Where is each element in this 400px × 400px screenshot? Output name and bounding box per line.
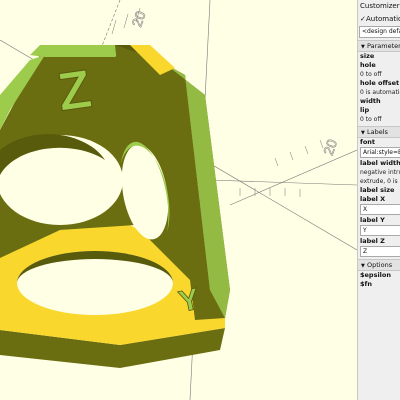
param-font-input[interactable]: Arial:style=Bo xyxy=(360,147,400,158)
param-label-width-desc-2: extrude, 0 is n xyxy=(360,178,400,185)
y-axis-neg xyxy=(209,179,357,186)
viewport-canvas[interactable]: 20 20 Z Y xyxy=(0,0,357,400)
param-hole-offset-label: hole offset xyxy=(360,79,400,87)
param-width-label: width xyxy=(360,97,381,105)
param-label-z-label: label Z xyxy=(360,237,385,245)
param-lip-desc: 0 to off xyxy=(360,116,382,123)
param-fn-label: $fn xyxy=(360,280,372,288)
x-axis-neg xyxy=(229,149,357,206)
param-font-label: font xyxy=(360,138,376,146)
param-lip-label: lip xyxy=(360,106,370,114)
param-hole-label: hole xyxy=(360,61,376,69)
param-label-z-input[interactable]: Z xyxy=(360,246,400,257)
section-parameters[interactable]: ▼Parameters xyxy=(358,40,400,52)
3d-viewport[interactable]: 20 20 Z Y xyxy=(0,0,357,400)
face-top-left xyxy=(30,45,130,57)
param-epsilon-label: $epsilon xyxy=(360,271,392,279)
param-hole-desc: 0 to off xyxy=(360,71,382,78)
param-label-x-input[interactable]: X xyxy=(360,204,400,215)
param-label-x-label: label X xyxy=(360,195,386,203)
preset-select[interactable]: <design default xyxy=(359,26,400,38)
axis-label-top: 20 xyxy=(128,9,148,29)
param-label-width-label: label width xyxy=(360,159,400,167)
section-options[interactable]: ▼ Options xyxy=(358,259,400,271)
axis-label-right: 20 xyxy=(320,137,340,157)
param-label-size-label: label size xyxy=(360,186,395,194)
section-title: Parameters xyxy=(367,42,400,50)
customizer-panel: Customizer ✓Automatic P <design default … xyxy=(357,0,400,400)
section-title: Labels xyxy=(367,128,388,136)
section-title: Options xyxy=(367,261,393,269)
param-size-label: size xyxy=(360,52,375,60)
param-label-y-label: label Y xyxy=(360,216,385,224)
param-label-width-desc: negative intrud xyxy=(360,169,400,176)
auto-preview-checkbox[interactable]: ✓Automatic P xyxy=(358,13,400,25)
section-labels[interactable]: ▼ Labels xyxy=(358,126,400,138)
auto-preview-label: Automatic P xyxy=(366,15,400,23)
param-hole-offset-desc: 0 is automatic xyxy=(360,89,400,96)
customizer-title: Customizer xyxy=(360,2,400,10)
param-label-y-input[interactable]: Y xyxy=(360,225,400,236)
